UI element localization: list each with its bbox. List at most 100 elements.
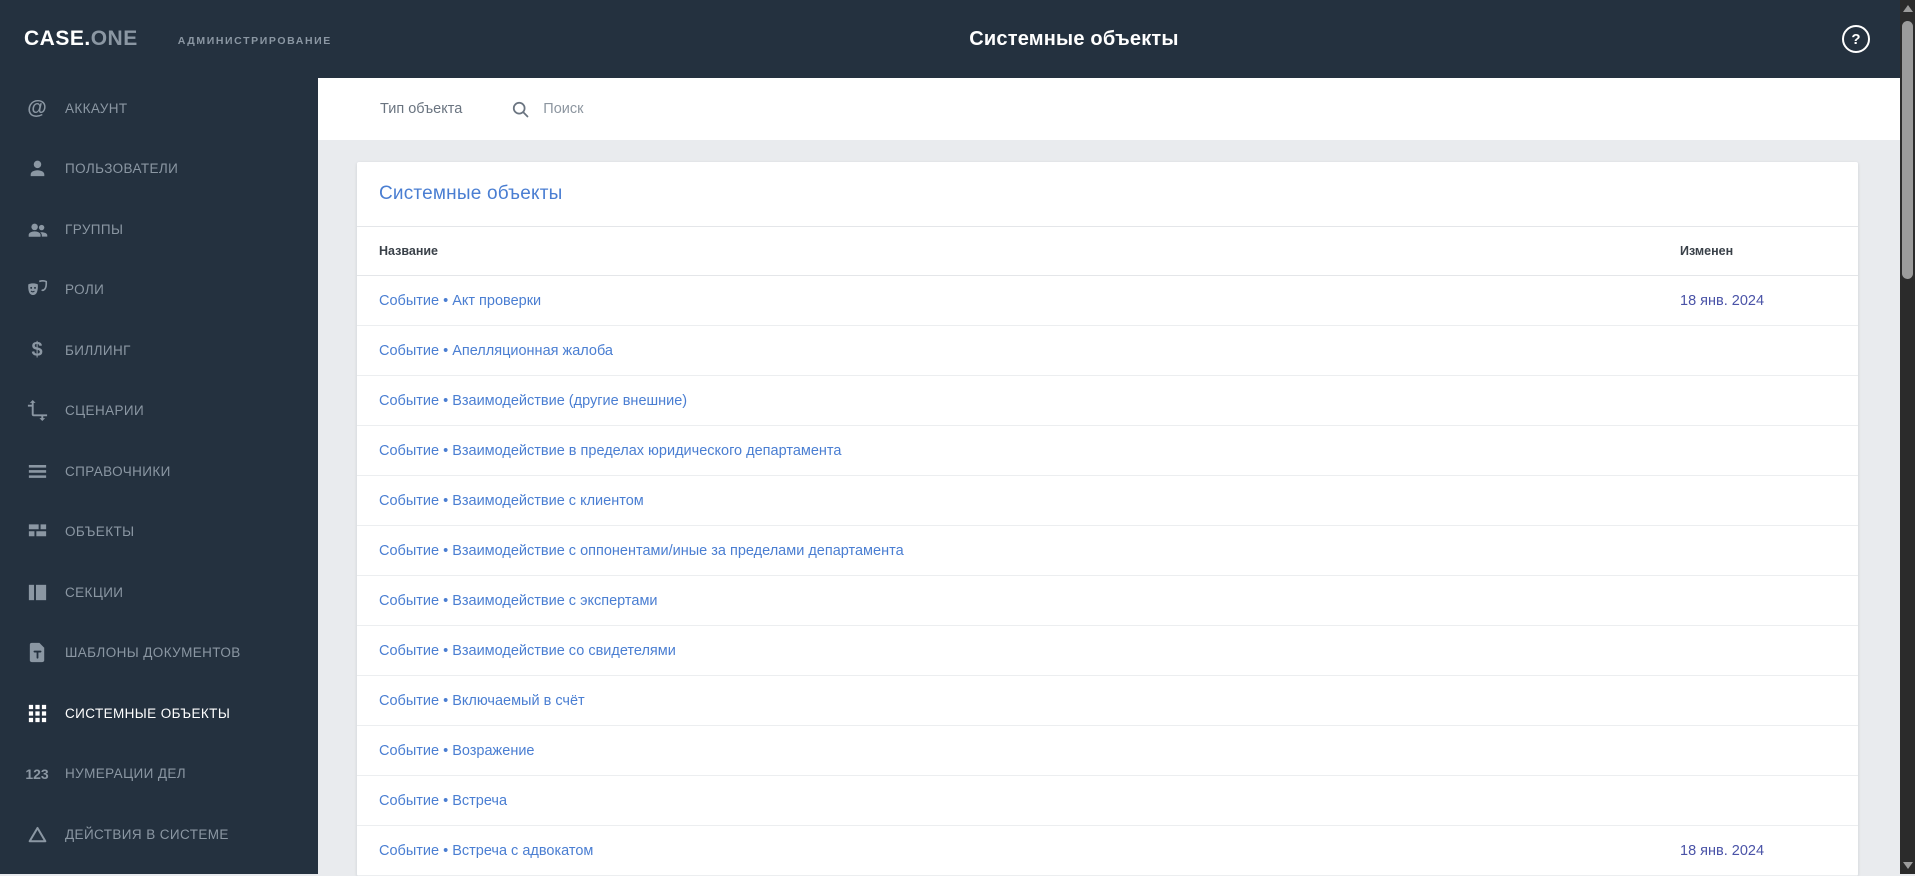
sidebar-item-label: ОБЪЕКТЫ [65,524,134,539]
object-link[interactable]: Событие • Акт проверки [379,293,541,309]
person-icon [22,156,52,182]
search-input[interactable] [543,101,763,117]
sidebar-item-label: АККАУНТ [65,101,128,116]
table-row[interactable]: Событие • Взаимодействие в пределах юрид… [357,426,1858,476]
card-title: Системные объекты [379,183,563,205]
row-name-cell: Событие • Апелляционная жалоба [357,342,1680,360]
sidebar-item-10[interactable]: ШАБЛОНЫ ДОКУМЕНТОВ [0,623,318,684]
row-name-cell: Событие • Взаимодействие (другие внешние… [357,392,1680,410]
sidebar-item-label: БИЛЛИНГ [65,343,131,358]
column-header-name: Название [357,244,1680,258]
object-link[interactable]: Событие • Взаимодействие с экспертами [379,593,658,609]
sidebar-item-6[interactable]: СЦЕНАРИИ [0,381,318,442]
object-link[interactable]: Событие • Возражение [379,743,535,759]
sidebar-item-3[interactable]: ГРУППЫ [0,199,318,260]
at-icon: @ [22,95,52,121]
object-link[interactable]: Событие • Апелляционная жалоба [379,343,613,359]
row-name-cell: Событие • Взаимодействие с клиентом [357,492,1680,510]
table-header-row: Название Изменен [357,226,1858,276]
row-modified-cell: 18 янв. 2024 [1680,843,1858,859]
table-row[interactable]: Событие • Встреча [357,776,1858,826]
sidebar-item-label: ПОЛЬЗОВАТЕЛИ [65,161,178,176]
group-icon [22,216,52,242]
object-link[interactable]: Событие • Встреча с адвокатом [379,843,593,859]
system-objects-card: Системные объекты Название Изменен Событ… [357,162,1858,876]
sidebar-item-4[interactable]: РОЛИ [0,260,318,321]
sidebar-item-12[interactable]: 123 НУМЕРАЦИИ ДЕЛ [0,744,318,805]
sidebar-item-label: ДЕЙСТВИЯ В СИСТЕМЕ [65,827,229,842]
table-body: Событие • Акт проверки18 янв. 2024Событи… [357,276,1858,876]
columns-icon [22,579,52,605]
table-row[interactable]: Событие • Взаимодействие (другие внешние… [357,376,1858,426]
sidebar-item-label: РОЛИ [65,282,104,297]
scroll-up-arrow-icon[interactable] [1903,5,1913,12]
scroll-down-arrow-icon[interactable] [1903,862,1913,869]
logo-secondary: ONE [91,27,138,51]
column-header-modified: Изменен [1680,244,1858,258]
row-modified-cell: 18 янв. 2024 [1680,293,1858,309]
table-row[interactable]: Событие • Включаемый в счёт [357,676,1858,726]
help-icon[interactable]: ? [1842,25,1870,53]
table-row[interactable]: Событие • Взаимодействие с оппонентами/и… [357,526,1858,576]
row-name-cell: Событие • Встреча с адвокатом [357,842,1680,860]
object-link[interactable]: Событие • Взаимодействие с клиентом [379,493,644,509]
app-header: CASE.ONE АДМИНИСТРИРОВАНИЕ Системные объ… [0,0,1900,78]
sidebar-item-13[interactable]: ДЕЙСТВИЯ В СИСТЕМЕ [0,804,318,865]
sidebar-item-label: СПРАВОЧНИКИ [65,464,171,479]
card-title-row: Системные объекты [357,162,1858,226]
search-box [510,99,763,120]
sidebar-item-5[interactable]: $ БИЛЛИНГ [0,320,318,381]
table-row[interactable]: Событие • Апелляционная жалоба [357,326,1858,376]
triangle-icon [22,821,52,847]
toolbar: Тип объекта [318,78,1900,140]
row-name-cell: Событие • Взаимодействие с экспертами [357,592,1680,610]
list-icon [22,458,52,484]
table-row[interactable]: Событие • Взаимодействие со свидетелями [357,626,1858,676]
dashboard-icon [22,519,52,545]
sidebar-nav: @ АККАУНТ ПОЛЬЗОВАТЕЛИ ГРУППЫ РОЛИ $ БИЛЛИНГ СЦ… [0,78,318,874]
object-type-filter[interactable]: Тип объекта [380,101,462,117]
object-link[interactable]: Событие • Взаимодействие в пределах юрид… [379,443,841,459]
object-link[interactable]: Событие • Взаимодействие (другие внешние… [379,393,687,409]
numbers-123-icon: 123 [22,761,52,787]
sidebar-item-7[interactable]: СПРАВОЧНИКИ [0,441,318,502]
object-link[interactable]: Событие • Включаемый в счёт [379,693,585,709]
sidebar-item-label: СИСТЕМНЫЕ ОБЪЕКТЫ [65,706,230,721]
object-link[interactable]: Событие • Взаимодействие с оппонентами/и… [379,543,904,559]
row-name-cell: Событие • Включаемый в счёт [357,692,1680,710]
sidebar-item-label: НУМЕРАЦИИ ДЕЛ [65,766,186,781]
table-row[interactable]: Событие • Взаимодействие с клиентом [357,476,1858,526]
page-title: Системные объекты [318,0,1830,78]
sidebar-item-8[interactable]: ОБЪЕКТЫ [0,502,318,563]
table-row[interactable]: Событие • Возражение [357,726,1858,776]
transform-icon [22,398,52,424]
admin-subtitle: АДМИНИСТРИРОВАНИЕ [178,32,332,47]
doc-template-icon [22,640,52,666]
row-name-cell: Событие • Встреча [357,792,1680,810]
masks-icon [22,277,52,303]
row-name-cell: Событие • Взаимодействие с оппонентами/и… [357,542,1680,560]
scrollbar-thumb[interactable] [1902,21,1913,279]
sidebar-item-label: ШАБЛОНЫ ДОКУМЕНТОВ [65,645,241,660]
vertical-scrollbar[interactable] [1900,0,1915,874]
row-name-cell: Событие • Взаимодействие в пределах юрид… [357,442,1680,460]
row-name-cell: Событие • Акт проверки [357,292,1680,310]
app-logo: CASE.ONE АДМИНИСТРИРОВАНИЕ [24,0,332,78]
object-link[interactable]: Событие • Взаимодействие со свидетелями [379,643,676,659]
dollar-icon: $ [22,337,52,363]
row-name-cell: Событие • Возражение [357,742,1680,760]
sidebar-item-label: ГРУППЫ [65,222,123,237]
sidebar-item-9[interactable]: СЕКЦИИ [0,562,318,623]
object-link[interactable]: Событие • Встреча [379,793,507,809]
table-row[interactable]: Событие • Акт проверки 18 янв. 2024 [357,276,1858,326]
sidebar-item-11[interactable]: СИСТЕМНЫЕ ОБЪЕКТЫ [0,683,318,744]
table-row[interactable]: Событие • Взаимодействие с экспертами [357,576,1858,626]
sidebar-item-2[interactable]: ПОЛЬЗОВАТЕЛИ [0,139,318,200]
sidebar-item-1[interactable]: @ АККАУНТ [0,78,318,139]
sidebar-item-label: СЦЕНАРИИ [65,403,144,418]
row-name-cell: Событие • Взаимодействие со свидетелями [357,642,1680,660]
search-icon [510,99,531,120]
logo-primary: CASE. [24,27,91,51]
table-row[interactable]: Событие • Встреча с адвокатом 18 янв. 202… [357,826,1858,876]
apps-grid-icon [22,700,52,726]
